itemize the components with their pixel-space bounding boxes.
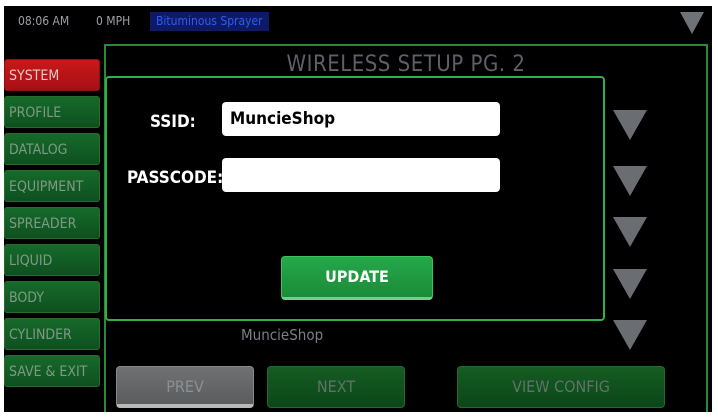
sidebar-item-profile[interactable]: PROFILE — [4, 96, 100, 128]
prev-button[interactable]: PREV — [116, 366, 254, 408]
sidebar-item-datalog[interactable]: DATALOG — [4, 133, 100, 165]
ssid-input[interactable] — [222, 102, 500, 136]
sidebar-item-spreader[interactable]: SPREADER — [4, 207, 100, 239]
next-button[interactable]: NEXT — [267, 366, 405, 408]
sidebar-item-body[interactable]: BODY — [4, 281, 100, 313]
status-bar: 08:06 AM 0 MPH Bituminous Sprayer — [4, 6, 712, 36]
ssid-label: SSID: — [150, 112, 196, 132]
row-4-dropdown-icon[interactable] — [613, 269, 647, 299]
sidebar-item-cylinder[interactable]: CYLINDER — [4, 318, 100, 350]
row-5-dropdown-icon[interactable] — [613, 320, 647, 350]
page-title: WIRELESS SETUP PG. 2 — [286, 52, 526, 77]
passcode-input[interactable] — [222, 158, 500, 192]
sidebar-item-system[interactable]: SYSTEM — [4, 59, 100, 91]
device-screen: 08:06 AM 0 MPH Bituminous Sprayer SYSTEM… — [4, 6, 712, 412]
update-button[interactable]: UPDATE — [281, 256, 433, 300]
row-1-dropdown-icon[interactable] — [613, 110, 647, 140]
sidebar-item-save-exit[interactable]: SAVE & EXIT — [4, 355, 100, 387]
passcode-label: PASSCODE: — [127, 168, 224, 188]
status-time: 08:06 AM — [18, 14, 70, 28]
menu-triangle-icon[interactable] — [680, 12, 704, 34]
wireless-setup-dialog: SSID: PASSCODE: UPDATE — [105, 76, 605, 321]
sidebar-item-equipment[interactable]: EQUIPMENT — [4, 170, 100, 202]
row-2-dropdown-icon[interactable] — [613, 166, 647, 196]
current-ssid-text: MuncieShop — [241, 326, 324, 344]
status-mode-badge: Bituminous Sprayer — [150, 12, 269, 31]
status-speed: 0 MPH — [96, 14, 131, 28]
row-3-dropdown-icon[interactable] — [613, 217, 647, 247]
view-config-button[interactable]: VIEW CONFIG — [457, 366, 665, 408]
sidebar-item-liquid[interactable]: LIQUID — [4, 244, 100, 276]
